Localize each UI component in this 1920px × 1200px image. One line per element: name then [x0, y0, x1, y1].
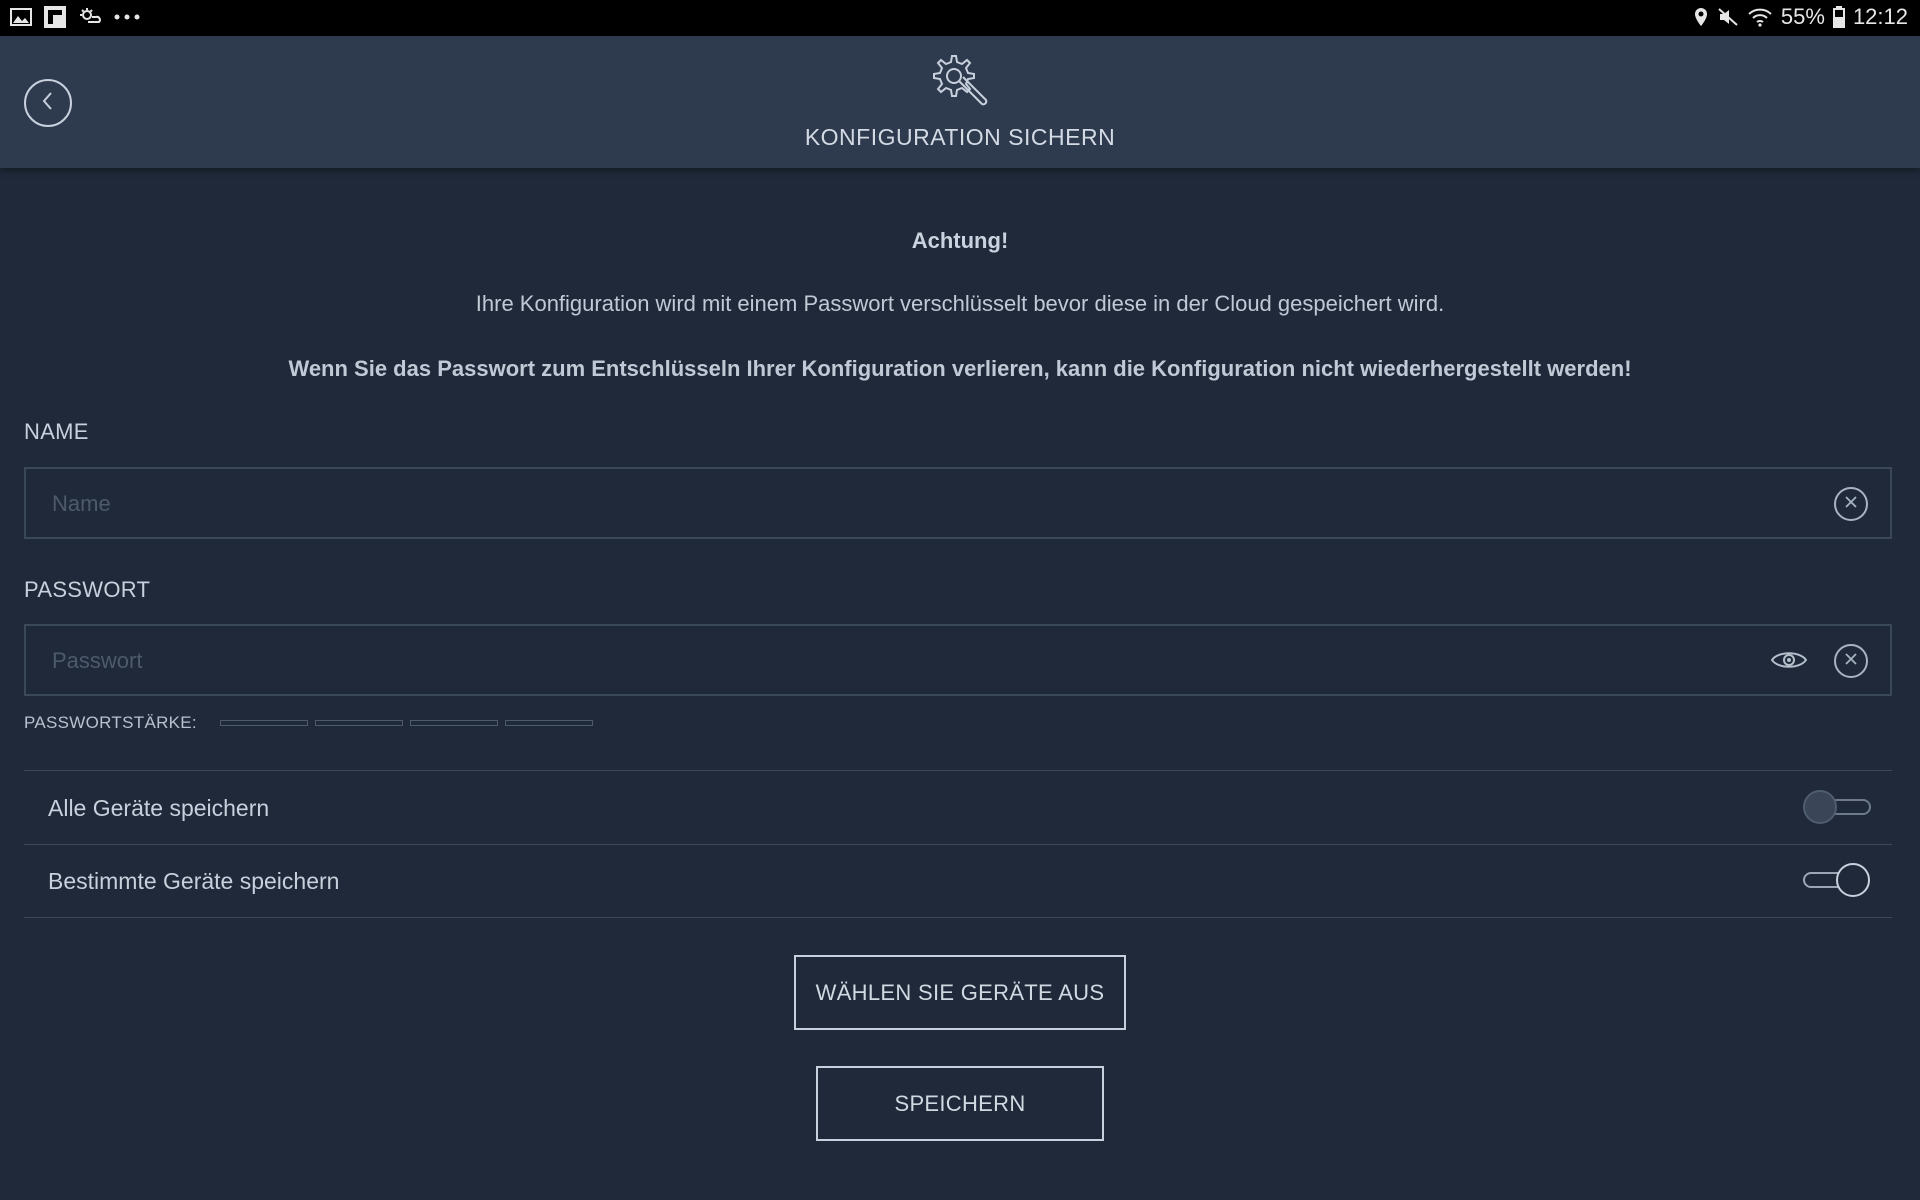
close-icon [1844, 495, 1858, 514]
option-label-all-devices: Alle Geräte speichern [48, 795, 270, 821]
divider [24, 917, 1892, 918]
password-input[interactable] [50, 640, 1754, 682]
name-label: NAME [24, 419, 89, 444]
battery-percent: 55% [1780, 4, 1825, 29]
clock: 12:12 [1852, 4, 1908, 29]
option-label-specific-devices: Bestimmte Geräte speichern [48, 868, 340, 894]
password-strength-meter [220, 720, 593, 726]
select-devices-button[interactable]: WÄHLEN SIE GERÄTE AUS [794, 955, 1126, 1030]
name-field [24, 467, 1892, 539]
strength-segment [505, 720, 593, 726]
warning-title: Achtung! [911, 228, 1009, 253]
toggle-knob [1803, 790, 1837, 824]
password-field [24, 624, 1892, 696]
divider [24, 844, 1892, 845]
battery-icon [1832, 6, 1845, 28]
divider [24, 770, 1892, 771]
strength-segment [410, 720, 498, 726]
chevron-left-icon [39, 90, 57, 117]
strength-segment [315, 720, 403, 726]
save-button[interactable]: SPEICHERN [816, 1066, 1104, 1141]
back-button[interactable] [24, 79, 72, 127]
weather-icon [78, 7, 102, 27]
gear-wrench-icon [926, 52, 994, 117]
warning-text: Ihre Konfiguration wird mit einem Passwo… [475, 291, 1445, 316]
close-icon [1844, 652, 1858, 671]
flipboard-icon [44, 6, 66, 28]
clear-name-button[interactable] [1834, 487, 1868, 521]
location-icon [1693, 7, 1709, 27]
status-bar: 55% 12:12 [0, 0, 1920, 36]
toggle-knob [1836, 863, 1870, 897]
gallery-icon [10, 7, 32, 27]
mute-icon [1717, 7, 1739, 27]
toggle-specific-devices[interactable] [1803, 863, 1873, 899]
page-title: KONFIGURATION SICHERN [804, 124, 1116, 150]
strength-segment [220, 720, 308, 726]
warning-bold-text: Wenn Sie das Passwort zum Entschlüsseln … [288, 356, 1632, 381]
app-bar: KONFIGURATION SICHERN [0, 36, 1920, 168]
password-label: PASSWORT [24, 577, 151, 602]
wifi-icon [1747, 7, 1773, 27]
password-strength-label: PASSWORTSTÄRKE: [24, 713, 197, 732]
show-password-button[interactable] [1770, 648, 1808, 677]
more-dots-icon [114, 13, 140, 21]
toggle-all-devices[interactable] [1803, 790, 1873, 826]
name-input[interactable] [50, 483, 1754, 525]
clear-password-button[interactable] [1834, 644, 1868, 678]
eye-icon [1770, 652, 1808, 676]
